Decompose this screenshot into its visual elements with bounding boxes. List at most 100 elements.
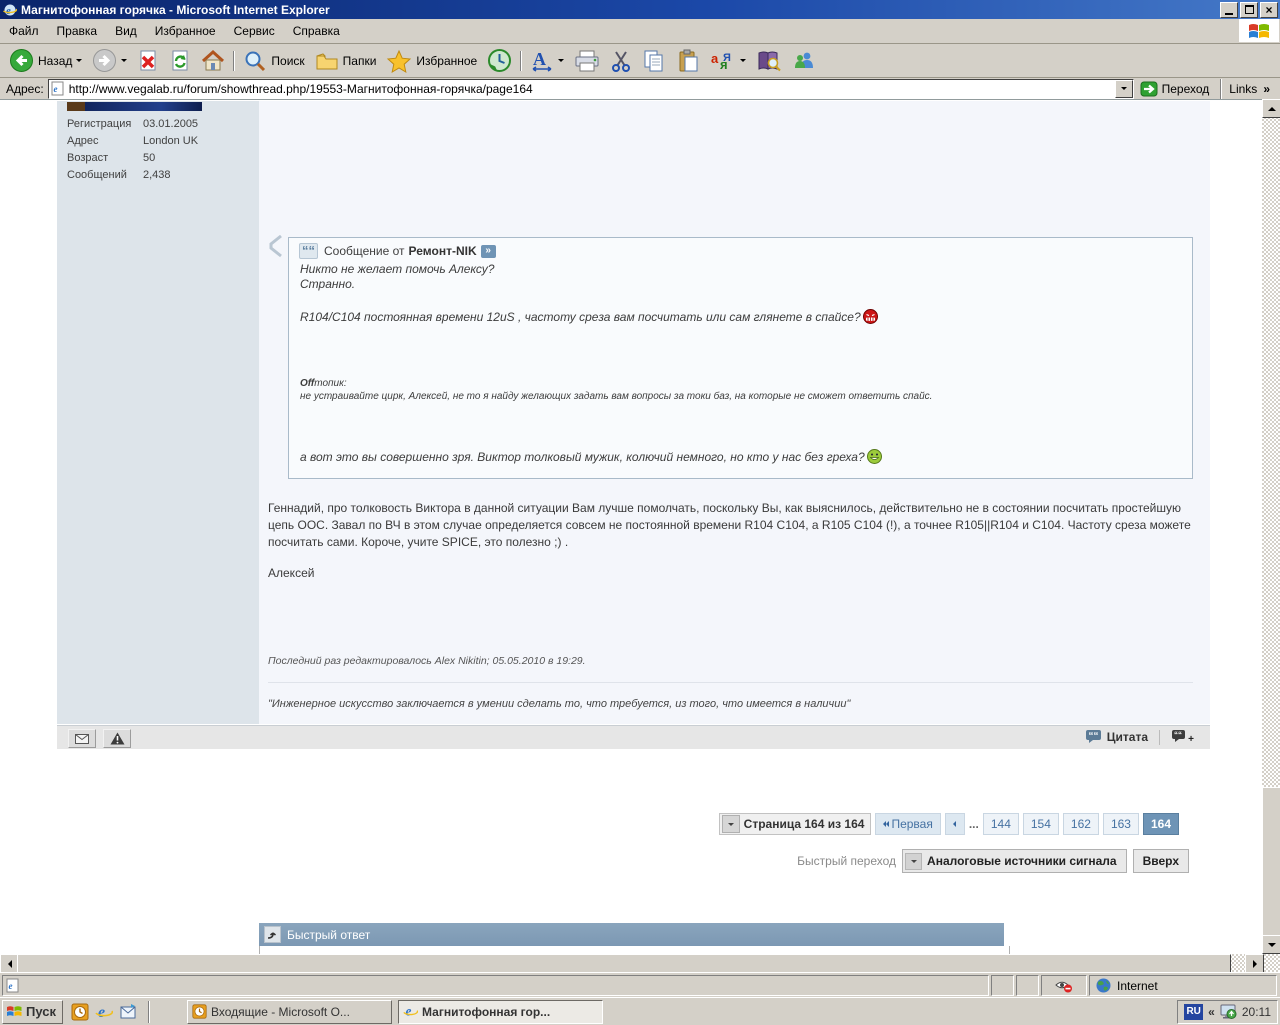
- links-chevron-icon: »: [1263, 82, 1270, 96]
- folders-button[interactable]: Папки: [310, 45, 382, 77]
- taskbar-separator: [148, 1001, 150, 1023]
- home-icon: [201, 49, 225, 73]
- vertical-scroll-thumb[interactable]: [1262, 787, 1280, 937]
- multiquote-button[interactable]: ““ +: [1171, 729, 1194, 745]
- task-button-browser[interactable]: e Магнитофонная гор...: [398, 1000, 603, 1024]
- menu-favorites[interactable]: Избранное: [146, 21, 225, 41]
- menu-view[interactable]: Вид: [106, 21, 146, 41]
- refresh-button[interactable]: [164, 45, 196, 77]
- address-label: Адрес:: [6, 82, 44, 96]
- paste-button[interactable]: [671, 45, 705, 77]
- horizontal-scrollbar[interactable]: [0, 954, 1280, 972]
- favorites-star-icon: [386, 49, 412, 73]
- fonts-button[interactable]: A: [525, 45, 569, 77]
- translate-button[interactable]: а я Я: [705, 45, 751, 77]
- reply-icon: [264, 926, 281, 943]
- menu-help[interactable]: Справка: [284, 21, 349, 41]
- quote-button[interactable]: ““ Цитата: [1085, 729, 1148, 744]
- address-input[interactable]: e http://www.vegalab.ru/forum/showthread…: [48, 79, 1134, 99]
- quote-line: а вот это вы совершенно зря. Виктор толк…: [300, 449, 882, 464]
- links-button[interactable]: Links »: [1225, 82, 1280, 96]
- language-indicator[interactable]: RU: [1184, 1004, 1203, 1020]
- print-button[interactable]: [569, 45, 605, 77]
- quote-line: R104/C104 постоянная времени 12uS , част…: [300, 309, 878, 324]
- address-dropdown-button[interactable]: [1115, 80, 1133, 98]
- tray-chevron-icon[interactable]: «: [1208, 1005, 1215, 1019]
- research-button[interactable]: [751, 45, 787, 77]
- outlook-express-quicklaunch-icon[interactable]: [119, 1003, 137, 1021]
- post-signoff: Алексей: [268, 566, 314, 580]
- menu-tools[interactable]: Сервис: [225, 21, 284, 41]
- page-link[interactable]: 154: [1023, 813, 1059, 835]
- scroll-top-button[interactable]: Вверх: [1133, 849, 1189, 873]
- cut-button[interactable]: [605, 45, 637, 77]
- angry-smiley-icon: [863, 309, 878, 324]
- page-link[interactable]: 163: [1103, 813, 1139, 835]
- menu-bar: Файл Правка Вид Избранное Сервис Справка: [0, 19, 1280, 44]
- start-button[interactable]: Пуск: [2, 1000, 63, 1024]
- task-button-outlook[interactable]: Входящие - Microsoft O...: [187, 1000, 392, 1024]
- history-button[interactable]: [482, 45, 517, 77]
- update-tray-icon[interactable]: [1220, 1004, 1237, 1020]
- page-status-button[interactable]: Страница 164 из 164: [719, 813, 872, 835]
- back-dropdown-icon[interactable]: [76, 59, 82, 62]
- messenger-icon: [792, 49, 816, 73]
- horizontal-scroll-thumb[interactable]: [17, 954, 1231, 974]
- first-page-button[interactable]: Первая: [875, 813, 940, 835]
- minimize-button[interactable]: [1220, 2, 1238, 18]
- svg-text:e: e: [6, 5, 11, 17]
- messenger-button[interactable]: [787, 45, 821, 77]
- home-button[interactable]: [196, 45, 230, 77]
- stop-button[interactable]: [132, 45, 164, 77]
- svg-text:““: ““: [1088, 731, 1098, 742]
- report-button[interactable]: [103, 729, 131, 748]
- fonts-icon: A: [530, 48, 554, 74]
- back-button[interactable]: Назад: [4, 45, 87, 77]
- address-bar: Адрес: e http://www.vegalab.ru/forum/sho…: [0, 78, 1280, 99]
- scroll-up-button[interactable]: [1262, 99, 1280, 118]
- prev-page-button[interactable]: [945, 813, 965, 835]
- user-field-label: Регистрация: [67, 118, 131, 130]
- forum-jump-dropdown[interactable]: Аналоговые источники сигнала: [902, 849, 1127, 873]
- privacy-panel[interactable]: [1041, 975, 1087, 996]
- stop-icon: [137, 49, 159, 73]
- copy-button[interactable]: [637, 45, 671, 77]
- menu-edit[interactable]: Правка: [48, 21, 107, 41]
- vertical-scrollbar[interactable]: [1262, 99, 1280, 954]
- go-button[interactable]: Переход: [1134, 81, 1218, 97]
- status-page-icon: e: [6, 978, 20, 993]
- menu-file[interactable]: Файл: [0, 21, 48, 41]
- post-footer-bar: ““ Цитата ““ +: [57, 725, 1210, 749]
- pagination-ellipsis: ...: [969, 817, 979, 831]
- page-link[interactable]: 144: [983, 813, 1019, 835]
- offtopic-label: Offтопик:: [300, 378, 347, 389]
- forward-icon: [92, 48, 117, 73]
- outlook-quicklaunch-icon[interactable]: [71, 1003, 89, 1021]
- copy-icon: [642, 49, 666, 73]
- translate-icon: а я Я: [710, 49, 736, 73]
- ie-quicklaunch-icon[interactable]: e: [95, 1003, 113, 1021]
- restore-button[interactable]: [1240, 2, 1258, 18]
- zone-label: Internet: [1117, 979, 1158, 993]
- email-button[interactable]: [68, 729, 96, 748]
- refresh-icon: [169, 49, 191, 73]
- signature-text: "Инженерное искусство заключается в умен…: [268, 698, 850, 710]
- big-quote-icon: [269, 235, 283, 261]
- translate-dropdown-icon[interactable]: [740, 59, 746, 62]
- multiquote-icon: ““: [1171, 729, 1188, 744]
- forward-dropdown-icon[interactable]: [121, 59, 127, 62]
- research-book-icon: [756, 49, 782, 73]
- first-page-icon: [883, 821, 889, 827]
- close-button[interactable]: ×: [1260, 2, 1278, 18]
- user-field-value: 03.01.2005: [143, 118, 198, 130]
- title-bar: e Магнитофонная горячка - Microsoft Inte…: [0, 0, 1280, 19]
- scroll-right-button[interactable]: [1245, 954, 1264, 974]
- scroll-down-button[interactable]: [1262, 935, 1280, 954]
- favorites-button[interactable]: Избранное: [381, 45, 482, 77]
- status-bar: e Internet: [0, 972, 1280, 998]
- page-link[interactable]: 162: [1063, 813, 1099, 835]
- search-button[interactable]: Поиск: [238, 45, 309, 77]
- forward-button[interactable]: [87, 45, 132, 77]
- fonts-dropdown-icon[interactable]: [558, 59, 564, 62]
- view-post-button[interactable]: »: [481, 245, 496, 258]
